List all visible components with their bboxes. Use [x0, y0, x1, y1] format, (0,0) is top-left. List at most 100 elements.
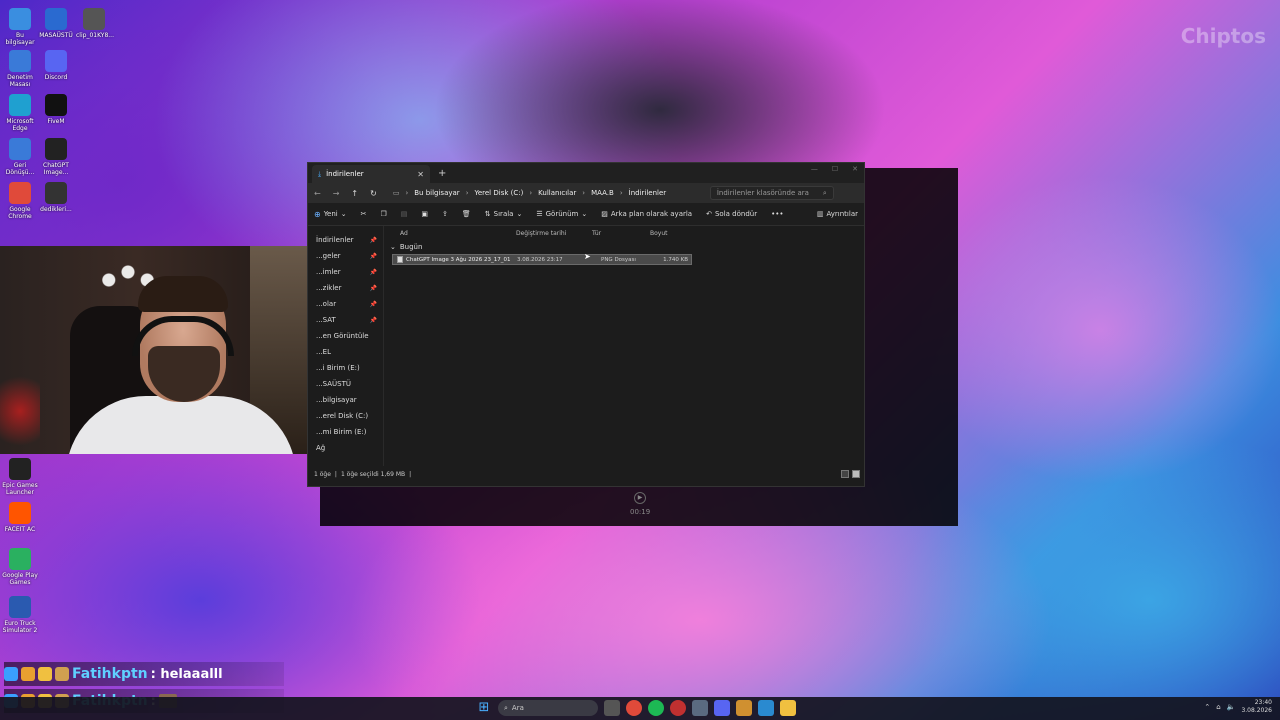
desktop-icon[interactable]: FiveM	[38, 94, 74, 125]
desktop-icon[interactable]: Bu bilgisayar	[2, 8, 38, 46]
desktop-icon-label: FACEIT AC	[4, 526, 36, 533]
nav-item[interactable]: ...mi Birim (E:)	[308, 424, 383, 440]
desktop-icon[interactable]: Epic Games Launcher	[2, 458, 38, 496]
desktop-icon[interactable]: clip_01KY8...	[76, 8, 114, 39]
group-header-today[interactable]: ⌄ Bugün	[384, 240, 864, 254]
rotate-left-button[interactable]: ↶ Sola döndür	[706, 210, 757, 218]
nav-item[interactable]: ...olar 📌	[308, 296, 383, 312]
details-label: Ayrıntılar	[826, 210, 858, 218]
desktop-icon[interactable]: Geri Dönüşü...	[2, 138, 38, 176]
column-date[interactable]: Değiştirme tarihi	[516, 230, 592, 237]
new-tab-button[interactable]: +	[438, 168, 446, 179]
copy-icon[interactable]: ❐	[381, 210, 387, 218]
sort-label: Sırala	[493, 210, 514, 218]
share-icon[interactable]: ⇪	[442, 210, 448, 218]
sort-button[interactable]: ⇅ Sırala ⌄	[485, 210, 523, 218]
set-background-button[interactable]: ▨ Arka plan olarak ayarla	[601, 210, 692, 218]
network-icon[interactable]: ⌂	[1216, 703, 1220, 711]
task-view-icon[interactable]	[604, 700, 620, 716]
file-row[interactable]: ChatGPT Image 3 Ağu 2026 23_17_01 3.08.2…	[392, 254, 692, 265]
maximize-icon[interactable]: ☐	[832, 165, 838, 173]
details-button[interactable]: ▥ Ayrıntılar	[817, 210, 858, 218]
desktop-icon[interactable]: Microsoft Edge	[2, 94, 38, 132]
delete-icon[interactable]: 🗑	[462, 210, 471, 218]
pin-icon: 📌	[369, 252, 377, 260]
view-button[interactable]: ☰ Görünüm ⌄	[536, 210, 587, 218]
nav-item[interactable]: ...geler 📌	[308, 248, 383, 264]
desktop-icon[interactable]: Euro Truck Simulator 2	[2, 596, 38, 634]
nav-item[interactable]: Ağ	[308, 440, 383, 456]
nav-item[interactable]: ...imler 📌	[308, 264, 383, 280]
nav-item[interactable]: ...zikler 📌	[308, 280, 383, 296]
app-icon[interactable]	[692, 700, 708, 716]
desktop-icon[interactable]: ChatGPT Image...	[38, 138, 74, 176]
nav-item[interactable]: ...i Birim (E:)	[308, 360, 383, 376]
app-icon[interactable]	[736, 700, 752, 716]
more-options-icon[interactable]: •••	[771, 210, 783, 218]
nav-item[interactable]: İndirilenler 📌	[308, 232, 383, 248]
pin-icon: 📌	[369, 284, 377, 292]
taskbar-search[interactable]: ⌕ Ara	[498, 700, 598, 716]
breadcrumb[interactable]: ▭ › Bu bilgisayar › Yerel Disk (C:) › Ku…	[392, 186, 698, 200]
chrome-icon[interactable]	[626, 700, 642, 716]
discord-icon[interactable]	[714, 700, 730, 716]
column-type[interactable]: Tür	[592, 230, 650, 237]
paste-icon[interactable]: ▤	[401, 210, 408, 218]
desktop-icon[interactable]: FACEIT AC	[2, 502, 38, 533]
spotify-icon[interactable]	[648, 700, 664, 716]
close-icon[interactable]: ✕	[852, 165, 858, 173]
nav-item[interactable]: ...SAÜSTÜ	[308, 376, 383, 392]
breadcrumb-item[interactable]: İndirilenler	[629, 189, 667, 197]
chevron-up-icon[interactable]: ⌃	[1204, 703, 1210, 711]
desktop-icon[interactable]: Google Chrome	[2, 182, 38, 220]
minimize-icon[interactable]: —	[811, 165, 818, 173]
desktop-icon-label: Discord	[44, 74, 68, 81]
tab-close-icon[interactable]: ✕	[417, 170, 424, 179]
desktop-icon[interactable]: Google Play Games	[2, 548, 38, 586]
png-file-icon	[397, 256, 403, 263]
nav-item[interactable]: ...bilgisayar	[308, 392, 383, 408]
refresh-icon[interactable]: ↻	[370, 189, 377, 198]
cut-icon[interactable]: ✂	[361, 210, 367, 218]
column-name[interactable]: Ad	[384, 230, 516, 237]
desktop-icon[interactable]: MASAÜSTÜ	[38, 8, 74, 39]
desktop-icon-label: Denetim Masası	[7, 74, 33, 88]
forward-arrow-icon[interactable]: →	[333, 189, 340, 198]
desktop-icon[interactable]: Discord	[38, 50, 74, 81]
volume-icon[interactable]: 🔈	[1227, 703, 1236, 711]
windows-start-icon[interactable]: ⊞	[476, 700, 492, 716]
breadcrumb-item[interactable]: MAA.B	[591, 189, 614, 197]
search-input[interactable]: İndirilenler klasöründe ara ⌕	[709, 186, 834, 200]
file-explorer-icon[interactable]	[780, 700, 796, 716]
column-size[interactable]: Boyut	[650, 230, 690, 237]
nav-item[interactable]: ...SAT 📌	[308, 312, 383, 328]
nav-item[interactable]: ...erel Disk (C:)	[308, 408, 383, 424]
status-divider: |	[409, 470, 412, 478]
play-icon[interactable]: ▶	[634, 492, 646, 504]
desktop-icon[interactable]: Denetim Masası	[2, 50, 38, 88]
details-view-icon[interactable]	[841, 470, 849, 478]
app-icon[interactable]	[758, 700, 774, 716]
breadcrumb-item[interactable]: Bu bilgisayar	[414, 189, 459, 197]
clock[interactable]: 23:40 3.08.2026	[1241, 699, 1272, 715]
breadcrumb-item[interactable]: Kullanıcılar	[538, 189, 576, 197]
app-icon[interactable]	[670, 700, 686, 716]
badge-icon	[55, 667, 69, 681]
new-button[interactable]: ⊕ Yeni ⌄	[314, 210, 347, 219]
image-icon: ▨	[601, 210, 608, 218]
back-arrow-icon[interactable]: ←	[314, 189, 321, 198]
tab-downloads[interactable]: ⤓ İndirilenler ✕	[312, 165, 430, 183]
badge-icon	[38, 667, 52, 681]
app-icon	[45, 50, 67, 72]
up-arrow-icon[interactable]: ↑	[351, 189, 358, 198]
breadcrumb-item[interactable]: Yerel Disk (C:)	[475, 189, 524, 197]
desktop-icon-label: Euro Truck Simulator 2	[2, 620, 38, 634]
tiles-view-icon[interactable]	[852, 470, 860, 478]
desktop-icon[interactable]: dedikleri...	[38, 182, 74, 213]
file-type: PNG Dosyası	[601, 256, 636, 263]
nav-item[interactable]: ...EL	[308, 344, 383, 360]
rename-icon[interactable]: ▣	[421, 210, 428, 218]
rotate-icon: ↶	[706, 210, 712, 218]
nav-item[interactable]: ...en Görüntüle	[308, 328, 383, 344]
new-label: Yeni	[323, 210, 338, 218]
